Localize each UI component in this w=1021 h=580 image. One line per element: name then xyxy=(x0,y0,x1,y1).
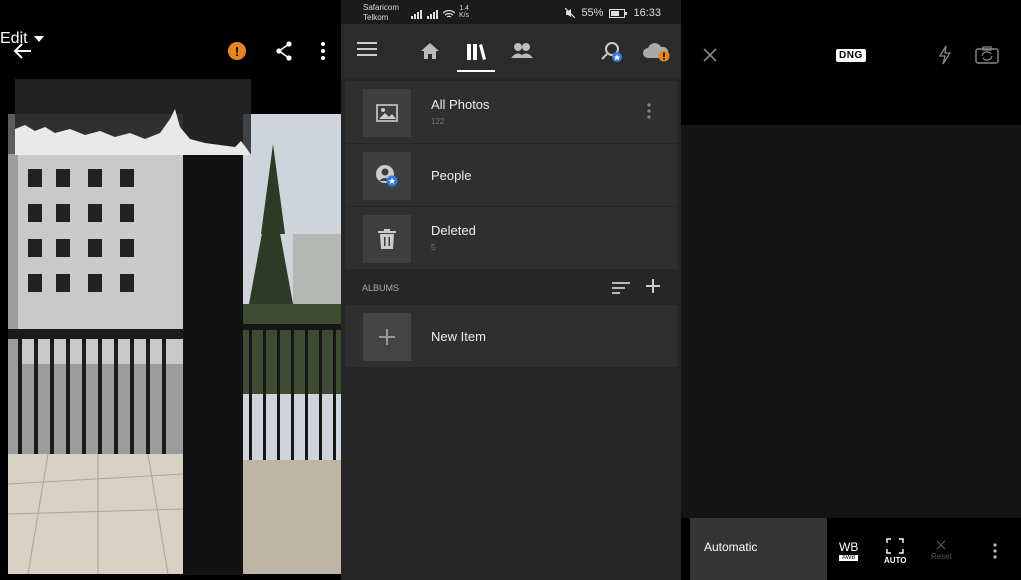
mute-icon xyxy=(565,8,576,18)
mode-automatic[interactable]: Automatic xyxy=(690,518,827,580)
library-panel: Safaricom Telkom 1.4 K/s 55% 16:33 All P… xyxy=(341,0,681,580)
library-item-deleted[interactable]: Deleted 5 xyxy=(345,207,677,269)
reset-x-icon xyxy=(937,540,946,550)
more-vertical-icon[interactable] xyxy=(313,40,333,62)
reset-control[interactable]: Reset xyxy=(931,540,952,561)
editor-toolbar: Edit ! xyxy=(0,0,341,78)
wifi-icon xyxy=(443,10,455,18)
carrier-info: Safaricom Telkom xyxy=(363,3,399,23)
camera-panel: DNG Automatic WB AWB AUTO Reset xyxy=(681,0,1021,580)
search-icon[interactable] xyxy=(601,41,623,63)
deleted-thumb xyxy=(363,215,411,263)
people-tab-icon[interactable] xyxy=(511,42,533,58)
wb-label: WB xyxy=(839,540,859,554)
auto-focus-control[interactable]: AUTO xyxy=(884,538,907,565)
battery-icon xyxy=(609,8,628,18)
item-count: 122 xyxy=(431,117,445,126)
flash-icon[interactable] xyxy=(938,45,952,70)
item-title: Deleted xyxy=(431,223,476,238)
status-right: 55% 16:33 xyxy=(565,7,661,19)
carrier-2: Telkom xyxy=(363,13,389,22)
image-icon xyxy=(376,104,398,122)
item-count: 5 xyxy=(431,243,436,252)
battery-percent: 55% xyxy=(581,7,604,19)
speed-value: 1.4 xyxy=(459,5,469,12)
library-item-people[interactable]: People xyxy=(345,144,677,206)
trash-icon xyxy=(378,229,396,249)
clock: 16:33 xyxy=(633,7,661,19)
focus-frame-icon xyxy=(886,538,904,554)
photo-preview[interactable] xyxy=(8,114,183,574)
camera-controls: Automatic WB AWB AUTO Reset xyxy=(681,518,1021,580)
reset-label: Reset xyxy=(931,552,952,561)
album-new-item[interactable]: New Item xyxy=(345,305,677,367)
add-album-icon[interactable] xyxy=(646,279,660,298)
plus-icon xyxy=(379,329,395,345)
item-title: People xyxy=(431,168,472,183)
format-badge[interactable]: DNG xyxy=(836,49,866,62)
sort-icon[interactable] xyxy=(612,281,630,299)
albums-header: ALBUMS xyxy=(341,272,681,302)
network-speed: 1.4 K/s xyxy=(459,5,469,19)
item-more-icon[interactable] xyxy=(647,103,651,124)
close-icon[interactable] xyxy=(703,48,717,67)
albums-label: ALBUMS xyxy=(362,283,400,293)
item-title: All Photos xyxy=(431,97,490,112)
all-photos-thumb xyxy=(363,89,411,137)
new-item-thumb xyxy=(363,313,411,361)
share-icon[interactable] xyxy=(273,40,295,62)
library-nav-bar xyxy=(341,24,681,79)
speed-unit: K/s xyxy=(459,12,470,19)
photo-editor-panel: Edit ! xyxy=(0,0,341,580)
alert-icon[interactable]: ! xyxy=(228,42,246,60)
people-thumb xyxy=(363,152,411,200)
switch-camera-icon[interactable] xyxy=(975,46,999,69)
histogram xyxy=(15,79,251,155)
signal-icons: 1.4 K/s xyxy=(411,5,469,19)
status-bar: Safaricom Telkom 1.4 K/s 55% 16:33 xyxy=(341,0,681,24)
library-item-all-photos[interactable]: All Photos 122 xyxy=(345,81,677,143)
back-arrow-icon[interactable] xyxy=(10,38,36,64)
signal-icon-2 xyxy=(427,10,438,19)
person-icon xyxy=(376,165,398,187)
home-icon[interactable] xyxy=(420,42,440,60)
camera-toolbar: DNG xyxy=(681,0,1021,125)
awb-badge: AWB xyxy=(839,555,859,561)
hamburger-menu-icon[interactable] xyxy=(357,42,377,56)
photo-divider xyxy=(183,155,243,575)
building-image xyxy=(8,114,183,574)
cloud-sync-icon[interactable] xyxy=(642,42,670,62)
photo-preview-secondary[interactable] xyxy=(243,114,341,574)
carrier-1: Safaricom xyxy=(363,3,400,12)
alert-symbol: ! xyxy=(234,43,240,59)
library-tab-icon[interactable] xyxy=(457,34,495,72)
tree-image xyxy=(243,114,341,574)
mode-label: Automatic xyxy=(704,540,758,554)
item-title: New Item xyxy=(431,329,486,344)
white-balance-control[interactable]: WB AWB xyxy=(839,540,859,561)
auto-label: AUTO xyxy=(884,556,907,565)
signal-icon xyxy=(411,10,422,19)
camera-more-icon[interactable] xyxy=(993,543,997,564)
